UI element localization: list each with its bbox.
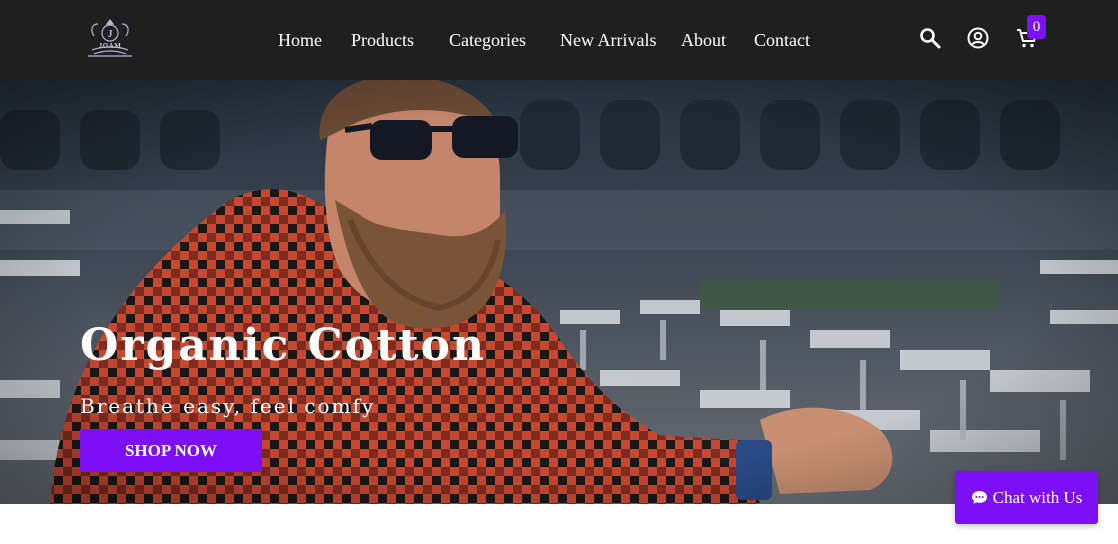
nav-products[interactable]: Products [351, 30, 414, 51]
navbar: J JOAM Home Products Categories New Arri… [0, 0, 1118, 80]
hero-subtitle: Breathe easy, feel comfy [80, 394, 376, 418]
chat-label: Chat with Us [992, 487, 1083, 507]
chat-bubble-icon [971, 491, 987, 504]
brand-logo[interactable]: J JOAM [82, 16, 138, 62]
nav-contact[interactable]: Contact [754, 30, 810, 51]
search-icon[interactable] [918, 26, 942, 50]
shop-now-button[interactable]: SHOP NOW [80, 429, 262, 472]
nav-categories[interactable]: Categories [449, 30, 526, 51]
crest-logo-icon: J [88, 19, 132, 57]
svg-text:J: J [108, 29, 113, 40]
hero-title: Organic Cotton [80, 320, 486, 371]
nav-new-arrivals[interactable]: New Arrivals [560, 30, 656, 51]
chat-with-us-button[interactable]: Chat with Us [955, 471, 1098, 524]
account-icon[interactable] [966, 26, 990, 50]
cart-count-badge: 0 [1027, 15, 1046, 39]
nav-home[interactable]: Home [278, 30, 322, 51]
nav-about[interactable]: About [681, 30, 726, 51]
hero-banner: Organic Cotton Breathe easy, feel comfy … [0, 80, 1118, 504]
logo-text: JOAM [98, 42, 122, 50]
